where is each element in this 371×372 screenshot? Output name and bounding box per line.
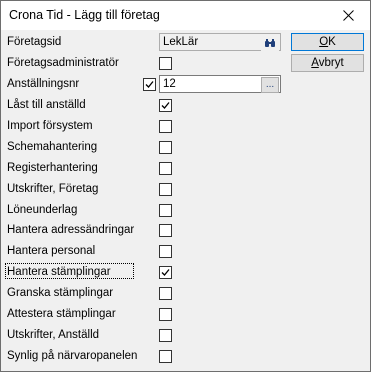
row-label-hantera-adressandringar: Hantera adressändringar <box>7 224 135 236</box>
title-bar: Crona Tid - Lägg till företag <box>1 1 370 30</box>
row-label-schemahantering: Schemahantering <box>7 141 98 153</box>
row-checkbox-utskrifter-anstalld[interactable] <box>159 329 172 342</box>
ok-button[interactable]: OK <box>291 33 364 51</box>
row-checkbox-registerhantering[interactable] <box>159 162 172 175</box>
row-label-loneunderlag: Löneunderlag <box>7 204 78 216</box>
row-checkbox-hantera-stamplingar[interactable] <box>159 266 172 279</box>
row-checkbox-hantera-adressandringar[interactable] <box>159 224 172 237</box>
foretagsid-value: LekLär <box>163 36 199 48</box>
row-checkbox-loneunderlag[interactable] <box>159 204 172 217</box>
window-title: Crona Tid - Lägg till företag <box>9 8 160 22</box>
row-label-utskrifter-anstalld: Utskrifter, Anställd <box>7 329 100 341</box>
anstallningsnr-value: 12 <box>163 78 176 90</box>
row-label-import-forsystem: Import försystem <box>7 120 93 132</box>
anstallningsnr-checkbox[interactable] <box>143 78 156 91</box>
ellipsis-icon[interactable]: ... <box>261 77 279 93</box>
anstallningsnr-field[interactable]: 12 ... <box>159 75 281 93</box>
row-checkbox-import-forsystem[interactable] <box>159 120 172 133</box>
ok-button-label: OK <box>319 36 336 48</box>
dialog-window: Crona Tid - Lägg till företag Företagsid… <box>0 0 371 372</box>
foretagsid-field[interactable]: LekLär <box>159 33 281 51</box>
row-label-utskrifter-foretag: Utskrifter, Företag <box>7 183 99 195</box>
close-icon[interactable] <box>326 1 370 30</box>
row-label-hantera-personal: Hantera personal <box>7 245 96 257</box>
cancel-button-label: Avbryt <box>311 57 344 69</box>
anstallningsnr-label: Anställningsnr <box>7 78 80 90</box>
row-checkbox-synlig-pa-narvaropanelen[interactable] <box>159 350 172 363</box>
row-checkbox-hantera-personal[interactable] <box>159 245 172 258</box>
foretagsadministrator-label: Företagsadministratör <box>7 57 119 69</box>
row-checkbox-utskrifter-foretag[interactable] <box>159 183 172 196</box>
foretagsadministrator-checkbox[interactable] <box>159 57 172 70</box>
cancel-button[interactable]: Avbryt <box>291 54 364 72</box>
row-label-granska-stamplingar: Granska stämplingar <box>7 287 114 299</box>
row-label-last-till-anstalld: Låst till anställd <box>7 99 86 111</box>
row-checkbox-attestera-stamplingar[interactable] <box>159 308 172 321</box>
row-label-attestera-stamplingar: Attestera stämplingar <box>7 308 116 320</box>
ellipsis-text: ... <box>265 79 275 90</box>
row-checkbox-last-till-anstalld[interactable] <box>159 99 172 112</box>
row-checkbox-schemahantering[interactable] <box>159 141 172 154</box>
row-label-registerhantering: Registerhantering <box>7 162 98 174</box>
row-label-synlig-pa-narvaropanelen: Synlig på närvaropanelen <box>7 350 138 362</box>
foretagsid-label: Företagsid <box>7 36 62 48</box>
binoculars-icon[interactable] <box>261 35 279 51</box>
row-checkbox-granska-stamplingar[interactable] <box>159 287 172 300</box>
focus-rectangle <box>5 263 134 279</box>
